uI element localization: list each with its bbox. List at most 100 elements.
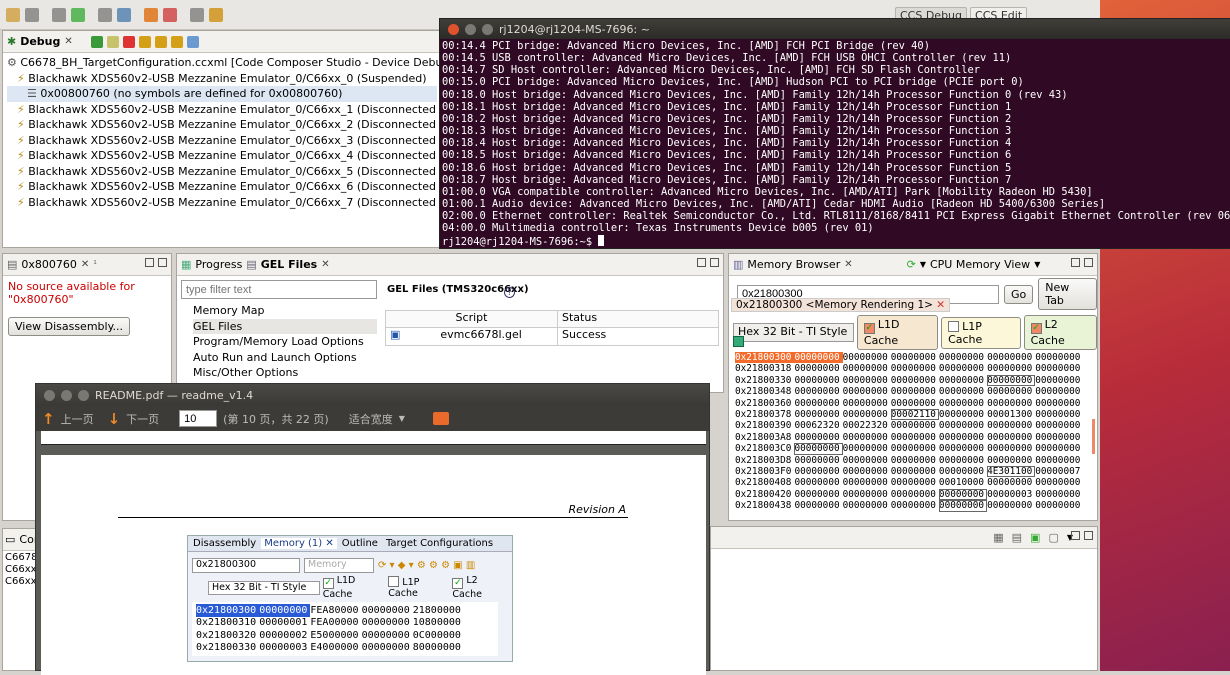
memory-word[interactable]: 00000000 <box>1035 489 1083 500</box>
memory-word[interactable]: 00000000 <box>794 432 842 443</box>
restart-icon[interactable] <box>186 35 199 48</box>
memory-word[interactable]: 00000000 <box>987 477 1035 488</box>
memory-word[interactable]: 00000000 <box>939 432 987 443</box>
close-icon[interactable]: ✕ <box>936 299 945 311</box>
memory-word[interactable]: 00000000 <box>794 489 842 500</box>
minimize-window-icon[interactable] <box>465 23 476 35</box>
l2-cache-toggle[interactable]: ✓ L2 Cache <box>1023 315 1097 350</box>
memory-row[interactable]: 0x21800330 00000000 00000000 00000000 000000… <box>735 374 1083 387</box>
gel-nav-item[interactable]: Program/Memory Load Options <box>193 334 377 350</box>
memory-word[interactable]: 00000000 <box>843 363 891 374</box>
gel-nav-item[interactable]: Auto Run and Launch Options <box>193 350 377 366</box>
connect-icon[interactable] <box>117 7 131 22</box>
step-into-icon[interactable] <box>138 35 151 48</box>
chevron-down-icon[interactable]: ▼ <box>399 414 405 423</box>
close-icon[interactable]: ✕ <box>64 36 72 47</box>
tree-item[interactable]: ⚡ Blackhawk XDS560v2-USB Mezzanine Emula… <box>7 117 502 133</box>
memory-word[interactable]: 00000000 <box>1035 432 1083 443</box>
memory-word[interactable]: 00000000 <box>891 466 939 477</box>
memory-word[interactable]: 00062320 <box>794 420 842 431</box>
memory-row[interactable]: 0x21800408 00000000 00000000 00000000 000100… <box>735 477 1083 488</box>
memory-word[interactable]: 00000000 <box>987 455 1035 466</box>
memory-word[interactable]: 00000000 <box>1035 477 1083 488</box>
tree-item[interactable]: ⚡ Blackhawk XDS560v2-USB Mezzanine Emula… <box>7 179 502 195</box>
next-page-button[interactable]: 下一页 <box>126 411 159 427</box>
memory-word[interactable]: 00000000 <box>794 500 842 511</box>
pdf-page[interactable]: Revision A Disassembly Memory (1) ✕ Outlin… <box>41 455 706 675</box>
tree-item[interactable]: ⚡ Blackhawk XDS560v2-USB Mezzanine Emula… <box>7 71 437 87</box>
go-button[interactable]: Go <box>1004 284 1034 304</box>
memory-word[interactable]: 00000003 <box>987 489 1035 500</box>
minimize-icon[interactable] <box>697 258 706 267</box>
memory-word[interactable]: 00000000 <box>987 374 1036 387</box>
memory-row[interactable]: 0x21800348 00000000 00000000 00000000 000000… <box>735 386 1083 397</box>
target-icon[interactable] <box>144 7 158 22</box>
debug-tab[interactable]: Debug <box>20 35 60 48</box>
memory-word[interactable]: 00000000 <box>891 386 939 397</box>
memory-word[interactable]: 00000000 <box>843 432 891 443</box>
tree-item[interactable]: ⚡ Blackhawk XDS560v2-USB Mezzanine Emula… <box>7 102 502 118</box>
wand-icon[interactable] <box>209 7 223 22</box>
memory-row[interactable]: 0x21800438 00000000 00000000 00000000 000000… <box>735 500 1083 512</box>
memory-word[interactable]: 00000000 <box>891 477 939 488</box>
sync-icon[interactable] <box>733 336 744 347</box>
memory-word[interactable]: 00000000 <box>794 443 843 455</box>
memory-word[interactable]: 00000000 <box>939 409 987 420</box>
memory-word[interactable]: 00000000 <box>794 409 842 420</box>
memory-row[interactable]: 0x21800390 00062320 00022320 00000000 000000… <box>735 420 1083 431</box>
new-icon[interactable] <box>6 7 20 22</box>
view-disassembly-button[interactable]: View Disassembly... <box>8 317 131 336</box>
scroll-marker[interactable] <box>1092 419 1095 454</box>
fit-width-dropdown[interactable]: 适合宽度 <box>349 411 393 427</box>
memory-word[interactable]: 00000000 <box>794 466 842 477</box>
memory-word[interactable]: 00000000 <box>794 375 842 386</box>
stack-frame[interactable]: ☰ 0x00800760 (no symbols are defined for… <box>7 86 437 102</box>
chevron-down-icon[interactable]: ▼ <box>920 260 926 269</box>
memory-word[interactable]: 00000000 <box>987 352 1035 363</box>
maximize-icon[interactable] <box>158 258 167 267</box>
memory-row[interactable]: 0x218003F0 00000000 00000000 00000000 000000… <box>735 466 1083 478</box>
close-icon[interactable]: ✕ <box>321 259 329 270</box>
format-select[interactable]: Hex 32 Bit - TI Style <box>733 323 854 342</box>
memory-row[interactable]: 0x21800318 00000000 00000000 00000000 000000… <box>735 363 1083 374</box>
memory-word[interactable]: 00000000 <box>1035 375 1083 386</box>
terminal-prompt[interactable]: rj1204@rj1204-MS-7696:~$ <box>442 234 1229 248</box>
new-icon[interactable]: ▢ <box>1048 531 1058 544</box>
memory-word[interactable]: 00000000 <box>987 443 1035 454</box>
step-over-icon[interactable] <box>154 35 167 48</box>
progress-tab[interactable]: Progress <box>195 258 242 271</box>
memory-word[interactable]: 00000000 <box>1035 420 1083 431</box>
maximize-icon[interactable] <box>710 258 719 267</box>
tree-item[interactable]: ⚡ Blackhawk XDS560v2-USB Mezzanine Emula… <box>7 148 502 164</box>
memory-word[interactable]: 00000000 <box>843 352 891 363</box>
prev-page-button[interactable]: 上一页 <box>61 411 94 427</box>
refresh-icon[interactable]: ⟳ <box>907 258 916 271</box>
step-return-icon[interactable] <box>170 35 183 48</box>
source-tab-overflow[interactable]: ¹ <box>93 260 97 270</box>
memory-word[interactable]: 00000000 <box>1035 443 1083 454</box>
memory-word[interactable]: 00000000 <box>939 398 987 409</box>
memory-word[interactable]: 00000000 <box>843 500 891 511</box>
memory-word[interactable]: 00000000 <box>938 500 988 512</box>
terminal-output[interactable]: 00:14.4 PCI bridge: Advanced Micro Devic… <box>440 39 1230 249</box>
memory-word[interactable]: 00000000 <box>938 488 988 501</box>
memory-word[interactable]: 00000000 <box>891 432 939 443</box>
memory-word[interactable]: 00002110 <box>890 409 939 421</box>
col-script[interactable]: Script <box>386 311 558 327</box>
maximize-icon[interactable] <box>1084 531 1093 540</box>
memory-word[interactable]: 00000000 <box>794 386 842 397</box>
memory-rendering-tab[interactable]: 0x21800300 <Memory Rendering 1> ✕ <box>731 298 951 312</box>
maximize-window-icon[interactable] <box>78 389 89 401</box>
memory-word[interactable]: 00000000 <box>1035 363 1083 374</box>
memory-word[interactable]: 00022320 <box>843 420 891 431</box>
memory-word[interactable]: 00000000 <box>794 455 842 466</box>
memory-word[interactable]: 00000000 <box>939 352 987 363</box>
clear-icon[interactable]: ▤ <box>1012 531 1022 544</box>
memory-word[interactable]: 00000000 <box>843 443 891 454</box>
open-icon[interactable]: ▣ <box>1030 531 1040 544</box>
memory-word[interactable]: 00000000 <box>794 363 842 374</box>
memory-word[interactable]: 00000000 <box>939 363 987 374</box>
memory-word[interactable]: 00000000 <box>843 409 891 420</box>
arrow-down-icon[interactable]: ↓ <box>108 410 121 428</box>
memory-word[interactable]: 00000000 <box>891 500 939 511</box>
